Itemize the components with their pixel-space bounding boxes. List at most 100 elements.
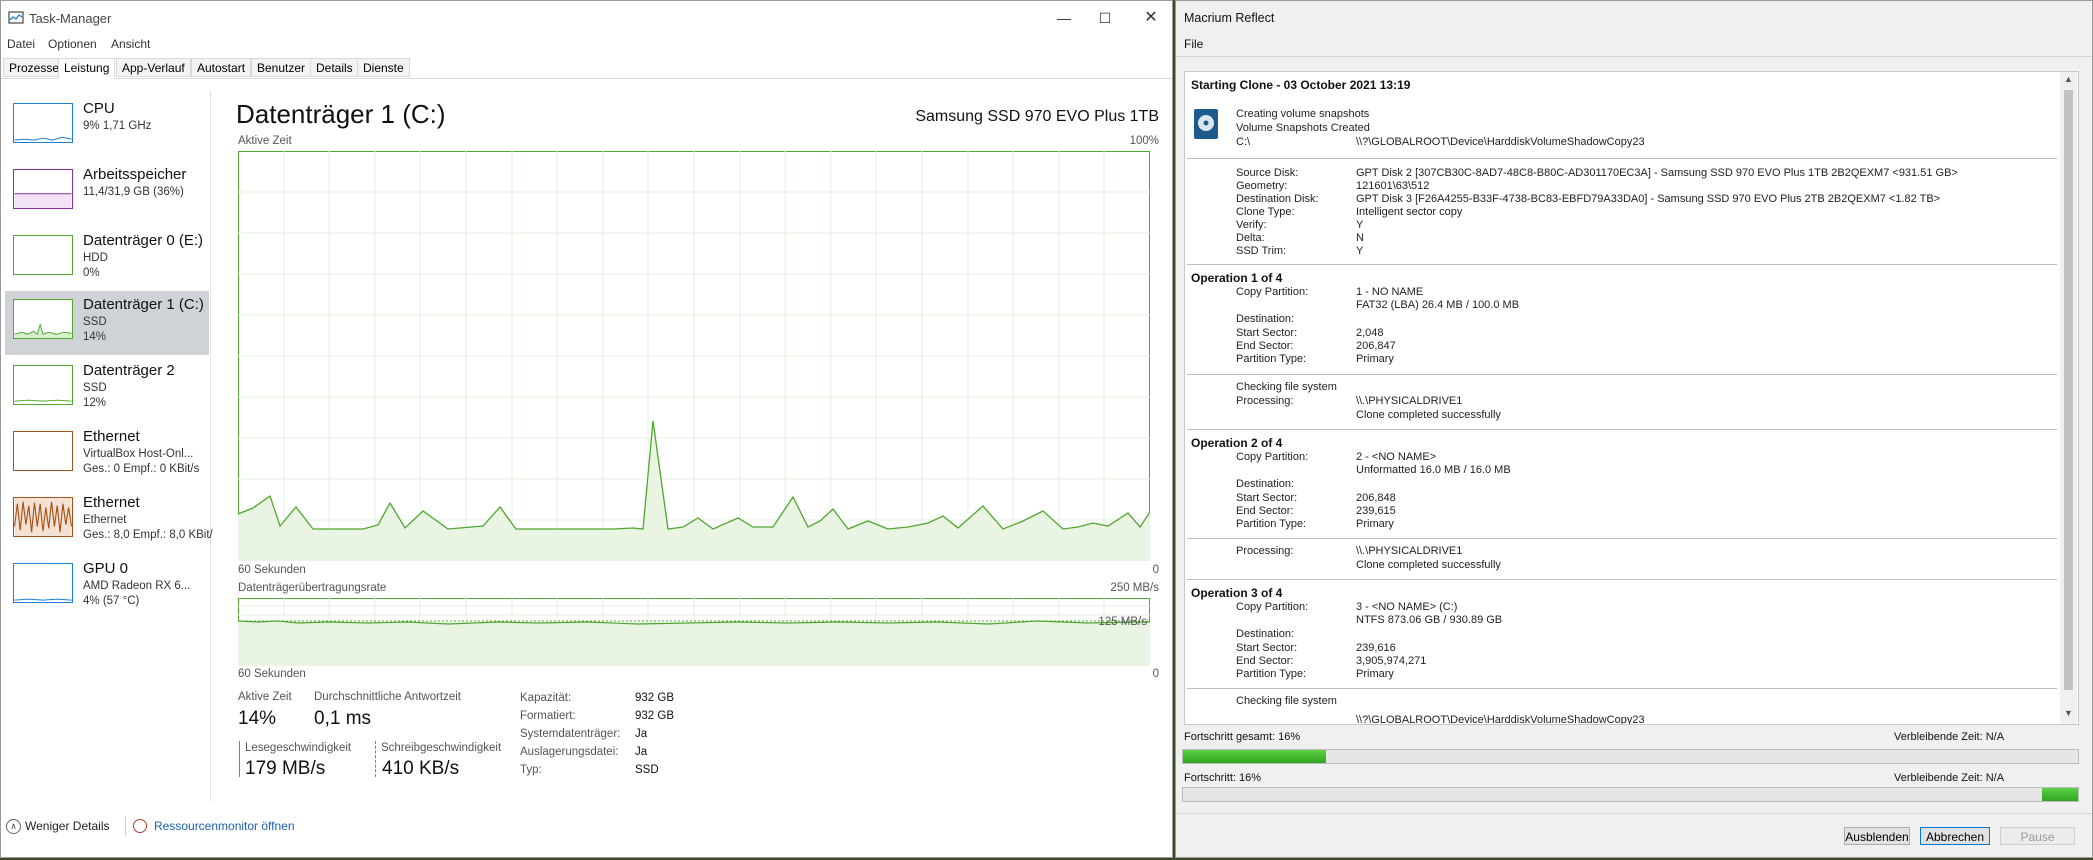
sidebar-item-ethernet-virtualbox[interactable]: Ethernet VirtualBox Host-Onl... Ges.: 0 … [5,423,209,487]
sidebar-item-detail: 11,4/31,9 GB (36%) [83,186,184,198]
log-key: Start Sector: [1236,492,1298,504]
task-manager-icon [8,11,24,24]
tab-bar: Prozesse Leistung App-Verlauf Autostart … [1,56,1172,79]
gpu-thumbnail-graph [13,563,73,603]
tab-app-verlauf[interactable]: App-Verlauf [116,58,191,77]
log-value: 121601\63\512 [1356,180,1430,192]
scroll-down-icon[interactable]: ▼ [2064,708,2073,718]
log-value: N [1356,232,1364,244]
sidebar-item-datentraeger-0[interactable]: Datenträger 0 (E:) HDD 0% [5,227,209,291]
memory-thumbnail-graph [13,169,73,209]
progress-bar [1182,787,2079,802]
sidebar-item-datentraeger-2[interactable]: Datenträger 2 SSD 12% [5,357,209,421]
resource-sidebar: CPU 9% 1,71 GHz Arbeitsspeicher 11,4/31,… [1,91,213,801]
graph-mid-label: 125 MB/s [1098,616,1147,628]
window-title: Task-Manager [29,11,112,26]
stat-value: 179 MB/s [245,758,326,779]
sidebar-item-label: Arbeitsspeicher [83,166,187,183]
fewer-details-link[interactable]: Weniger Details [25,819,109,833]
tab-autostart[interactable]: Autostart [191,58,252,77]
log-heading: Starting Clone - 03 October 2021 13:19 [1191,78,1411,92]
menu-file[interactable]: File [1184,37,1203,51]
sidebar-item-ethernet[interactable]: Ethernet Ethernet Ges.: 8,0 Empf.: 8,0 K… [5,489,213,553]
pause-button[interactable]: Pause [2000,827,2075,845]
log-line: C:\ [1236,136,1251,148]
log-separator [1187,538,2057,539]
graph-zero-label: 0 [1152,668,1159,680]
tab-leistung[interactable]: Leistung [58,58,116,79]
scroll-up-icon[interactable]: ▲ [2064,74,2073,84]
operation-heading: Operation 1 of 4 [1191,271,1283,285]
log-key: Partition Type: [1236,353,1307,365]
log-value: 3,905,974,271 [1356,655,1427,667]
disk2-thumbnail-graph [13,365,73,405]
tab-dienste[interactable]: Dienste [357,58,410,77]
sidebar-item-detail: Ges.: 0 Empf.: 0 KBit/s [83,463,200,475]
sidebar-item-label: Datenträger 2 [83,362,175,379]
sidebar-item-arbeitsspeicher[interactable]: Arbeitsspeicher 11,4/31,9 GB (36%) [5,161,209,225]
graph-time-label: 60 Sekunden [238,564,306,576]
log-value: 206,848 [1356,492,1396,504]
log-key: Start Sector: [1236,327,1298,339]
resource-monitor-link[interactable]: Ressourcenmonitor öffnen [154,819,295,833]
sidebar-item-cpu[interactable]: CPU 9% 1,71 GHz [5,95,209,159]
log-line: Checking file system [1236,381,1337,393]
maximize-button[interactable]: ☐ [1092,7,1118,29]
log-key: End Sector: [1236,655,1294,667]
disk1-thumbnail-graph [13,299,73,339]
operation-log: Starting Clone - 03 October 2021 13:19 C… [1184,71,2079,725]
log-value: FAT32 (LBA) 26.4 MB / 100.0 MB [1356,299,1520,311]
log-key: Destination: [1236,478,1295,490]
transfer-rate-graph [238,598,1150,666]
macrium-reflect-window: Macrium Reflect File Starting Clone - 03… [1175,0,2093,858]
tab-details[interactable]: Details [310,58,359,77]
sidebar-item-label: CPU [83,100,115,117]
stat-label: Aktive Zeit [238,691,292,703]
minimize-button[interactable]: — [1051,7,1077,29]
chevron-up-icon[interactable]: ∧ [6,819,21,834]
log-line: Volume Snapshots Created [1236,122,1370,134]
window-title: Macrium Reflect [1184,11,1275,25]
hide-button[interactable]: Ausblenden [1844,827,1910,845]
log-value: GPT Disk 2 [307CB30C-8AD7-48C8-B80C-AD30… [1356,167,1958,179]
total-progress-bar [1182,749,2079,764]
log-key: Start Sector: [1236,642,1298,654]
stat-label: Durchschnittliche Antwortzeit [314,691,462,703]
menu-optionen[interactable]: Optionen [48,37,97,51]
prop-label: Typ: [520,764,542,776]
prop-value: SSD [635,764,659,776]
graph-label: Datenträgerübertragungsrate [238,582,387,594]
menu-bar: Datei Optionen Ansicht [1,35,1172,55]
close-button[interactable]: ✕ [1138,7,1164,29]
log-value: Primary [1356,668,1394,680]
log-value: 206,847 [1356,340,1396,352]
progress-label: Fortschritt: 16% [1184,772,1262,784]
menu-datei[interactable]: Datei [7,37,35,51]
scrollbar-thumb[interactable] [2064,90,2073,690]
cancel-button[interactable]: Abbrechen [1920,827,1990,845]
log-separator [1187,579,2057,580]
sidebar-item-detail: HDD [83,252,108,264]
log-key: Source Disk: [1236,167,1299,179]
log-value: Y [1356,245,1364,257]
tab-prozesse[interactable]: Prozesse [3,58,66,77]
operation-heading: Operation 2 of 4 [1191,436,1283,450]
footer-bar: ∧ Weniger Details Ressourcenmonitor öffn… [1,813,1172,843]
sidebar-item-gpu-0[interactable]: GPU 0 AMD Radeon RX 6... 4% (57 °C) [5,555,209,619]
menu-ansicht[interactable]: Ansicht [111,37,150,51]
log-key: Destination: [1236,313,1295,325]
log-value: \\.\PHYSICALDRIVE1 [1356,395,1463,407]
log-value: 3 - <NO NAME> (C:) [1356,601,1458,613]
log-separator [1187,429,2057,430]
title-bar[interactable]: Task-Manager — ☐ ✕ [1,1,1172,35]
sidebar-item-datentraeger-1[interactable]: Datenträger 1 (C:) SSD 14% [5,291,209,355]
prop-label: Formatiert: [520,710,576,722]
tab-benutzer[interactable]: Benutzer [251,58,312,77]
page-title: Datenträger 1 (C:) [236,99,446,129]
prop-value: Ja [635,728,648,740]
log-key: Partition Type: [1236,668,1307,680]
ethernet-thumbnail-graph [13,431,73,471]
progress-marquee [2042,788,2078,801]
log-key: Processing: [1236,395,1294,407]
sidebar-item-label: Datenträger 0 (E:) [83,232,204,249]
